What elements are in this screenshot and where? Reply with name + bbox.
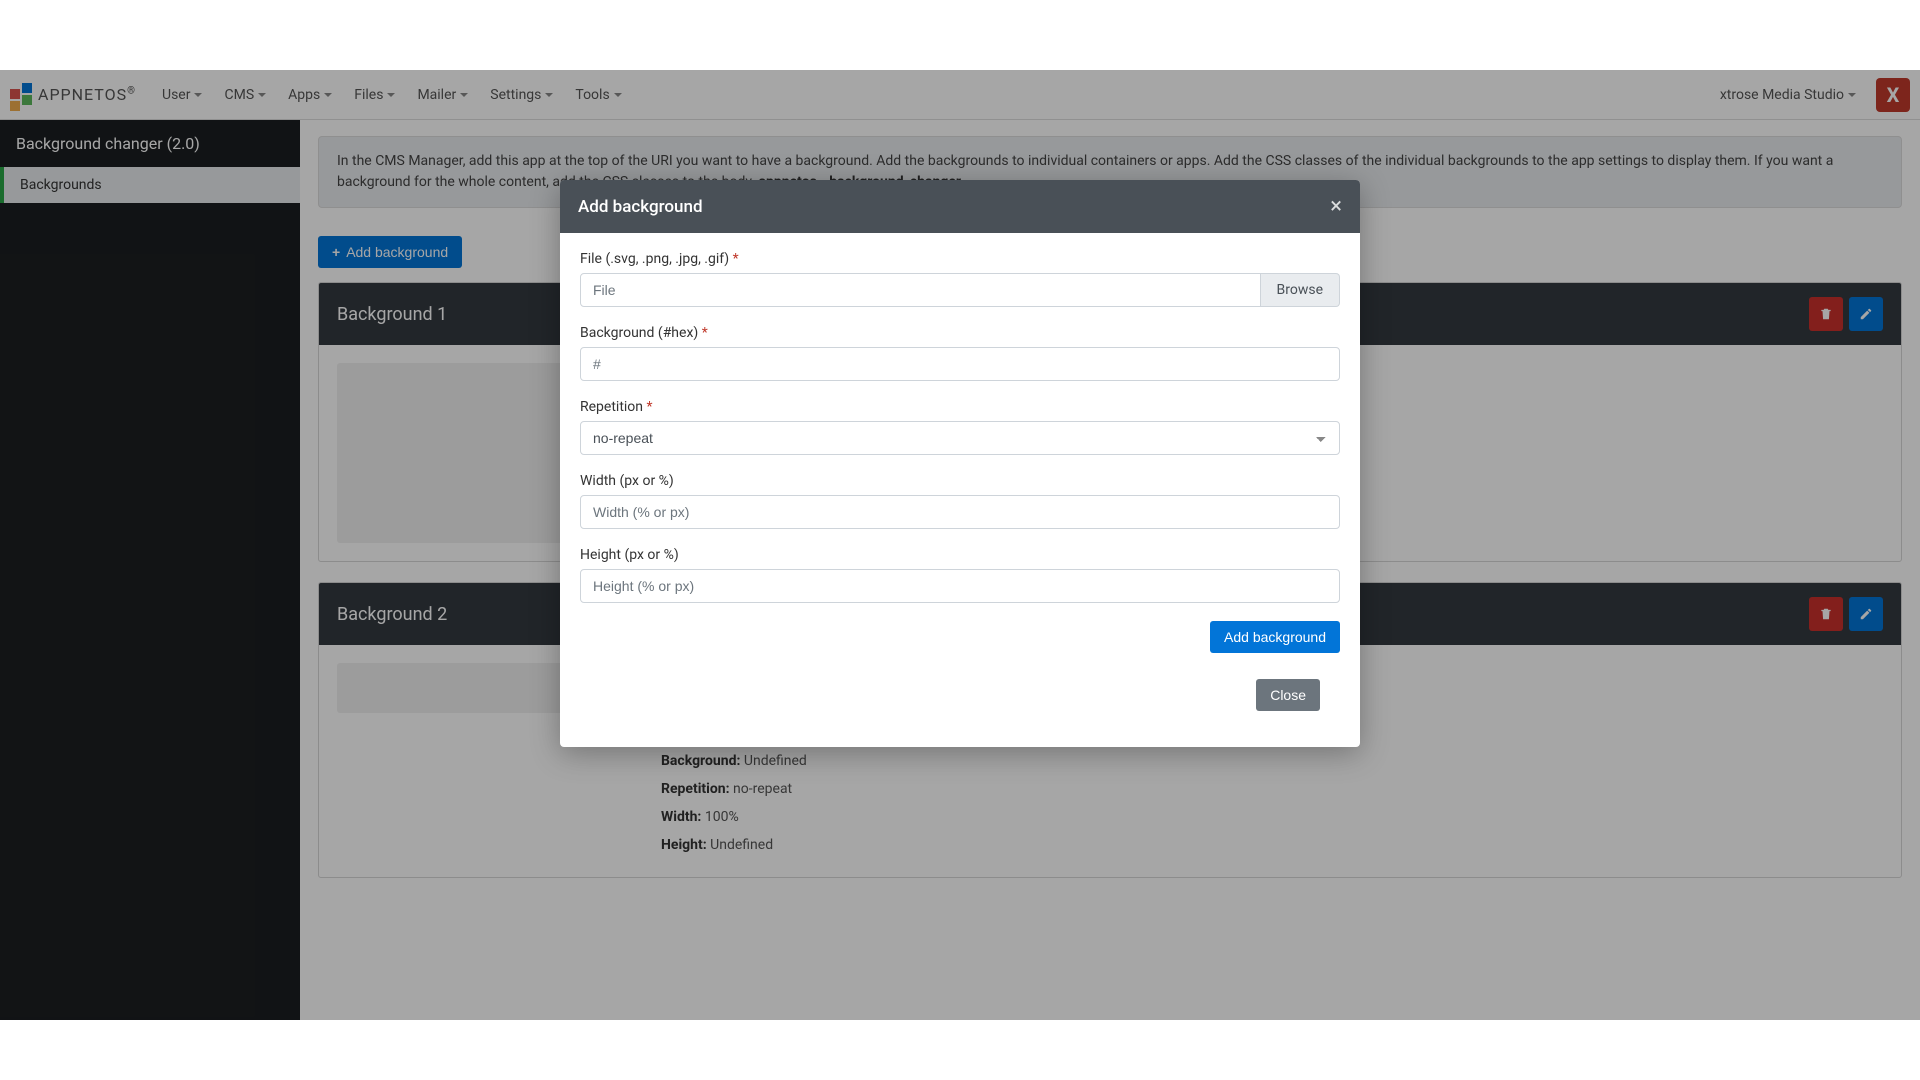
modal-title: Add background (578, 197, 703, 217)
add-background-modal: Add background × File (.svg, .png, .jpg,… (560, 180, 1360, 747)
close-button[interactable]: Close (1256, 679, 1320, 711)
width-input[interactable] (580, 495, 1340, 529)
close-icon[interactable]: × (1330, 194, 1342, 219)
background-hex-input[interactable] (580, 347, 1340, 381)
height-input[interactable] (580, 569, 1340, 603)
width-label: Width (px or %) (580, 473, 1340, 489)
background-hex-label: Background (#hex) * (580, 325, 1340, 341)
browse-button[interactable]: Browse (1261, 273, 1340, 307)
repetition-label: Repetition * (580, 399, 1340, 415)
file-input[interactable] (580, 273, 1261, 307)
submit-button[interactable]: Add background (1210, 621, 1340, 653)
height-label: Height (px or %) (580, 547, 1340, 563)
repetition-select[interactable]: no-repeat (580, 421, 1340, 455)
file-label: File (.svg, .png, .jpg, .gif) * (580, 251, 1340, 267)
